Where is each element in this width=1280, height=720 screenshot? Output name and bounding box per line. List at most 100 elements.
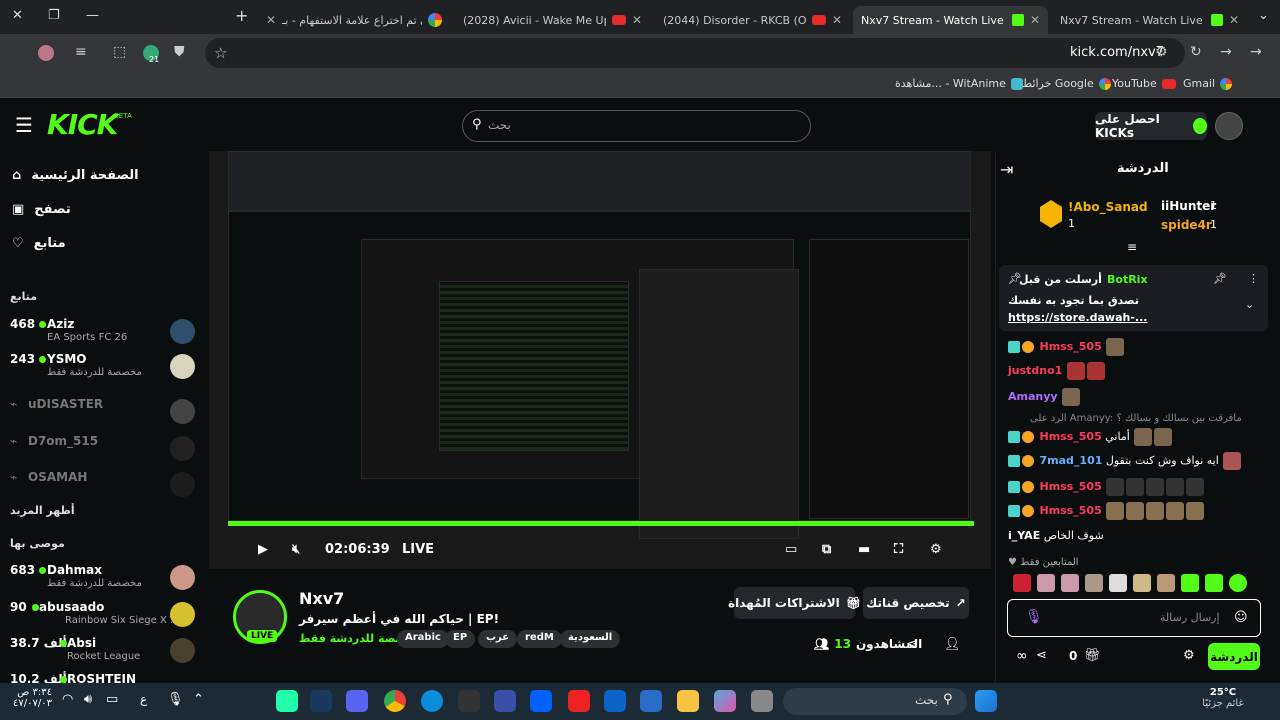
follow-user-icon[interactable]: 👤︎ — [944, 637, 961, 652]
search-input[interactable] — [462, 110, 811, 142]
video-progress-bar[interactable] — [228, 521, 974, 526]
windows-start-icon[interactable] — [975, 690, 997, 712]
tab-close-icon[interactable]: ✕ — [632, 13, 642, 27]
store-icon[interactable] — [640, 690, 662, 712]
emote-icon[interactable] — [1181, 574, 1199, 592]
forward-icon[interactable]: → — [1220, 44, 1232, 60]
app-icon[interactable] — [751, 690, 773, 712]
settings-icon[interactable]: ⚙ — [930, 542, 942, 557]
chevron-up-icon[interactable]: ⌃ — [193, 692, 204, 707]
url-text[interactable]: kick.com/nxv7 — [1070, 45, 1164, 60]
chat-message[interactable]: Amanyy — [1008, 388, 1081, 406]
sidebar-channel[interactable]: 683 Dahmax مخصصة للدردشة فقط — [10, 561, 196, 597]
emote-icon[interactable] — [1109, 574, 1127, 592]
clip-icon[interactable]: ⧉ — [822, 542, 831, 557]
emote-icon[interactable] — [1157, 574, 1175, 592]
stream-tag[interactable]: EP — [445, 630, 476, 648]
emote-icon[interactable] — [1061, 574, 1079, 592]
chat-input[interactable] — [1007, 599, 1261, 637]
chat-send-button[interactable]: الدردشة — [1208, 643, 1260, 670]
browser-tab[interactable]: ✕ Nxv7 Stream - Watch Live on Ki — [1052, 6, 1247, 34]
extensions-icon[interactable]: ⬚ — [113, 44, 126, 60]
pinned-user[interactable]: BotRix — [1107, 273, 1148, 286]
site-settings-icon[interactable]: ⚙ — [1155, 44, 1168, 60]
emote-icon[interactable] — [1205, 574, 1223, 592]
emote-icon[interactable] — [1013, 574, 1031, 592]
stream-tag[interactable]: Arabic — [397, 630, 449, 648]
gift-icon[interactable]: 🎁︎ — [1084, 648, 1101, 663]
app-icon[interactable] — [568, 690, 590, 712]
emote-icon[interactable] — [1037, 574, 1055, 592]
sidebar-channel[interactable]: 38.7 ألف Absi Rocket League — [10, 634, 196, 670]
address-bar[interactable] — [205, 38, 1185, 68]
video-player[interactable] — [209, 151, 991, 569]
chat-message[interactable]: 7mad_101 ايه نواف وش كنت بتقول — [1008, 452, 1242, 470]
sidebar-channel[interactable]: 90 abusaado Rainbow Six Siege X ... — [10, 598, 196, 634]
gifted-subs-button[interactable]: الاشتراكات المُهداة 🎁︎ — [728, 587, 861, 619]
microphone-icon[interactable]: 🎙︎ — [167, 692, 184, 707]
chat-message[interactable]: i_YAE شوف الخاص — [1008, 529, 1104, 542]
sidebar-channel[interactable]: 468 Aziz EA Sports FC 26 — [10, 315, 196, 351]
tab-close-icon[interactable]: ✕ — [266, 13, 276, 27]
sidebar-channel[interactable]: ⌁ uDISASTER — [10, 395, 196, 431]
stream-tag[interactable]: السعودية — [560, 630, 621, 648]
top-gifter[interactable]: !Abo_Sanad — [1068, 200, 1148, 214]
weather-widget[interactable]: 25°C غائم جزئيًا — [1193, 687, 1253, 709]
discord-icon[interactable] — [346, 690, 368, 712]
more-options-icon[interactable]: ⋮ — [1248, 272, 1259, 285]
chrome-icon[interactable] — [384, 690, 406, 712]
browser-tab[interactable]: ✕ (2044) Disorder - RKCB (Official — [655, 6, 850, 34]
tab-search-icon[interactable]: ⌄ — [1258, 8, 1269, 23]
microphone-icon[interactable]: 🎙︎ — [1025, 609, 1043, 625]
close-window-icon[interactable]: ✕ — [12, 8, 23, 23]
emote-icon[interactable] — [1085, 574, 1103, 592]
profile-icon[interactable] — [38, 45, 54, 61]
new-tab-icon[interactable]: + — [235, 6, 248, 25]
maximize-window-icon[interactable]: ❐ — [48, 8, 60, 23]
chat-message[interactable]: Hmss_505 — [1008, 502, 1205, 520]
bookmark-star-icon[interactable]: ☆ — [214, 44, 227, 62]
play-icon[interactable]: ▶ — [258, 542, 268, 557]
menu-icon[interactable]: ☰ — [15, 113, 33, 137]
app-icon[interactable] — [276, 690, 298, 712]
chat-message[interactable]: justdno1 — [1008, 362, 1106, 380]
kick-logo[interactable]: KICK — [47, 108, 118, 141]
volume-icon[interactable]: 🔊︎ — [84, 692, 92, 707]
dropbox-icon[interactable] — [530, 690, 552, 712]
tab-close-icon[interactable]: ✕ — [832, 13, 842, 27]
bookmark-maps[interactable]: خرائط Google — [1022, 77, 1111, 90]
mute-icon[interactable]: 🔇︎ — [292, 542, 300, 557]
stream-tag[interactable]: عرب — [478, 630, 518, 648]
bookmark-gmail[interactable]: Gmail — [1183, 77, 1233, 90]
sidebar-channel[interactable]: ⌁ D7om_515 — [10, 432, 196, 468]
browser-tab-active[interactable]: ✕ Nxv7 Stream - Watch Live on Ki — [853, 6, 1048, 34]
unpin-icon[interactable]: 📌︎ — [1213, 272, 1227, 285]
top-gifter[interactable]: iiHunter — [1161, 199, 1216, 213]
epic-games-icon[interactable] — [458, 690, 480, 712]
tab-close-icon[interactable]: ✕ — [1229, 13, 1239, 27]
nav-browse[interactable]: ▣ تصفح — [12, 202, 71, 217]
user-avatar[interactable] — [1215, 112, 1243, 140]
chevron-down-icon[interactable]: ⌄ — [1245, 298, 1254, 311]
theater-icon[interactable]: ▬ — [858, 542, 870, 557]
wifi-icon[interactable]: ◠ — [62, 692, 73, 707]
back-icon[interactable]: → — [1250, 44, 1262, 60]
streamer-name[interactable]: Nxv7 — [299, 589, 344, 608]
file-explorer-icon[interactable] — [677, 690, 699, 712]
share-icon[interactable]: ⋖ — [1036, 648, 1047, 663]
top-gifter[interactable]: spide4r — [1161, 218, 1212, 232]
edge-icon[interactable] — [421, 690, 443, 712]
sidebar-channel[interactable]: ⌁ OSAMAH — [10, 468, 196, 504]
clock[interactable]: ٣:٣٤ ص ٤٧/٠٧/٠٣ — [10, 687, 52, 709]
infinity-icon[interactable]: ∞ — [1016, 648, 1028, 664]
nav-following[interactable]: ♡ متابع — [12, 236, 66, 251]
chat-message[interactable]: Hmss_505 أماني — [1008, 428, 1173, 446]
pip-icon[interactable]: ▭ — [785, 542, 797, 557]
stream-tag[interactable]: redM — [517, 630, 562, 648]
sidebar-channel[interactable]: 243 YSMO مخصصة للدردشة فقط — [10, 350, 196, 386]
expand-icon[interactable]: ≡ — [1127, 240, 1137, 254]
outlook-icon[interactable] — [604, 690, 626, 712]
collapse-chat-icon[interactable]: ⇥ — [1000, 160, 1013, 179]
app-icon[interactable] — [494, 690, 516, 712]
taskbar-search[interactable] — [783, 688, 967, 715]
